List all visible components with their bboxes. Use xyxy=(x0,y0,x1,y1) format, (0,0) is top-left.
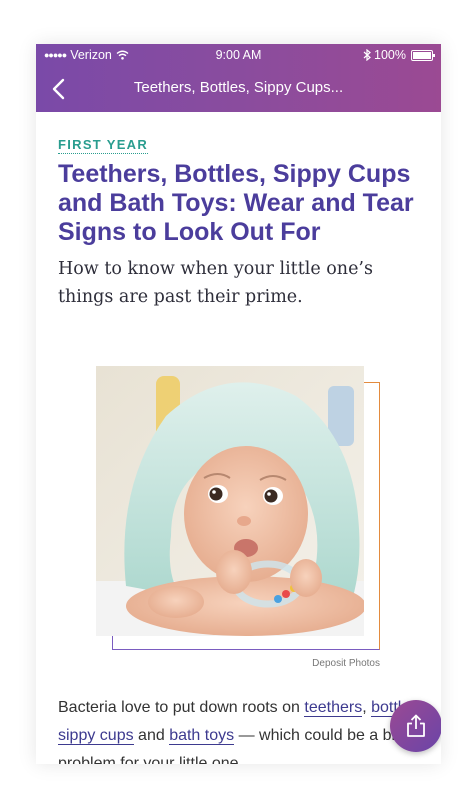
article-header: FIRST YEAR Teethers, Bottles, Sippy Cups… xyxy=(58,136,423,311)
baby-photo-illustration xyxy=(96,366,364,636)
nav-bar: Teethers, Bottles, Sippy Cups... xyxy=(36,66,441,112)
baby-photo xyxy=(96,366,364,636)
share-icon xyxy=(407,714,425,737)
phone-screen: ●●●●● Verizon 9:00 AM 100% Teethers, Bot… xyxy=(36,44,441,764)
body-text-segment: , xyxy=(362,699,372,716)
battery-percent: 100% xyxy=(374,48,406,62)
article-subtitle: How to know when your little one’s thing… xyxy=(58,259,373,307)
share-button[interactable] xyxy=(390,700,441,752)
category-link[interactable]: FIRST YEAR xyxy=(58,137,149,154)
image-credit: Deposit Photos xyxy=(312,658,380,669)
battery-icon xyxy=(411,49,435,61)
body-text-segment: Bacteria love to put down roots on xyxy=(58,699,305,716)
article-title: Teethers, Bottles, Sippy Cups and Bath T… xyxy=(58,160,414,246)
status-bar: ●●●●● Verizon 9:00 AM 100% xyxy=(36,44,441,66)
link-sippy-cups[interactable]: sippy cups xyxy=(58,727,134,745)
body-text-segment: and xyxy=(133,727,170,744)
app-header: ●●●●● Verizon 9:00 AM 100% Teethers, Bot… xyxy=(36,44,441,112)
article-body: Bacteria love to put down roots on teeth… xyxy=(58,694,423,764)
status-right: 100% xyxy=(363,44,435,66)
link-teethers[interactable]: teethers xyxy=(304,699,363,717)
article-figure: Deposit Photos xyxy=(96,366,380,669)
link-bath-toys[interactable]: bath toys xyxy=(169,727,235,745)
nav-title: Teethers, Bottles, Sippy Cups... xyxy=(133,79,344,96)
bluetooth-icon xyxy=(363,49,371,61)
